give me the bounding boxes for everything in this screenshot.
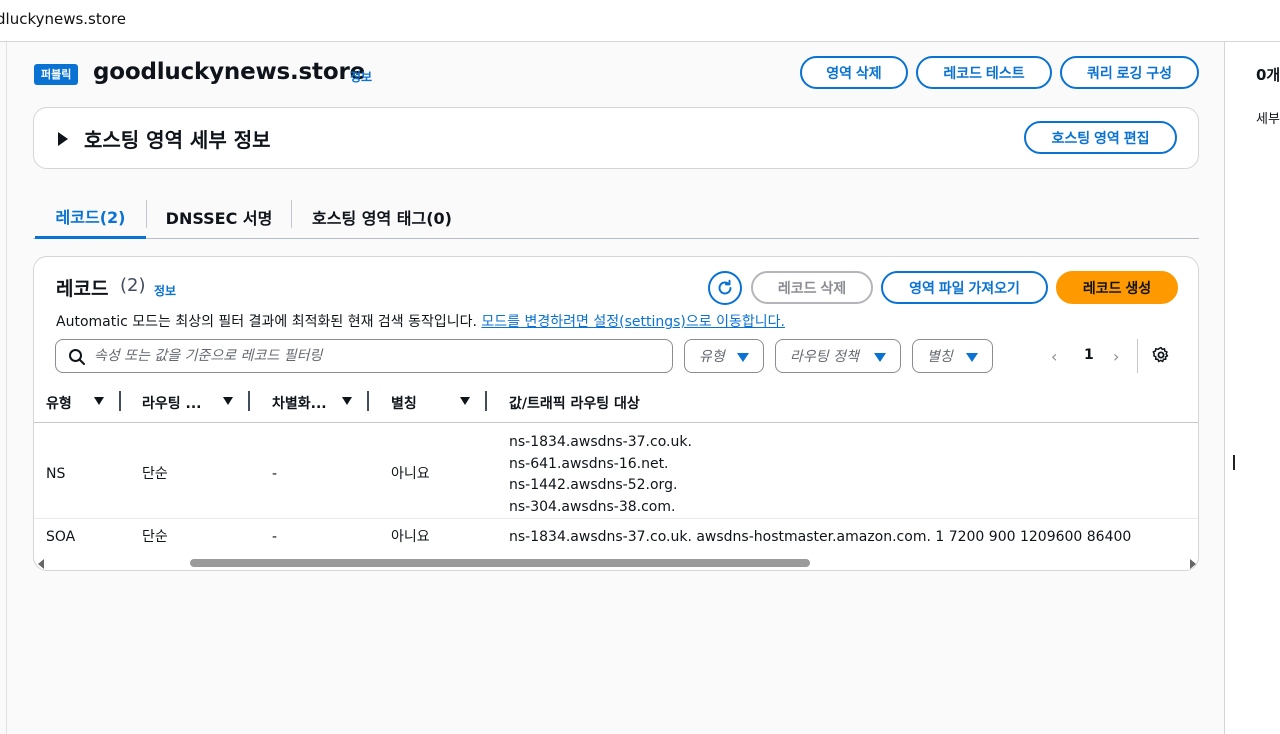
tab-bar: 레코드(2) DNSSEC 서명 호스팅 영역 태그(0)	[33, 195, 1199, 239]
alias-filter-label: 별칭	[927, 349, 953, 365]
create-record-button[interactable]: 레코드 생성	[1056, 271, 1178, 304]
type-filter-label: 유형	[699, 349, 725, 365]
pager-separator	[1137, 339, 1138, 373]
right-panel-text: 세부	[1256, 112, 1280, 127]
settings-link[interactable]: 모드를 변경하려면 설정(settings)으로 이동합니다.	[481, 314, 785, 330]
column-header-type[interactable]: 유형	[46, 393, 72, 413]
scroll-left-icon[interactable]	[38, 559, 44, 569]
routing-policy-filter-select[interactable]: 라우팅 정책	[775, 339, 901, 373]
left-divider	[6, 42, 7, 734]
gear-icon[interactable]	[1152, 346, 1170, 364]
table-row[interactable]: NS 단순 - 아니요 ns-1834.awsdns-37.co.uk. ns-…	[34, 424, 1198, 519]
scrollbar-thumb[interactable]	[190, 559, 810, 567]
column-header-routing[interactable]: 라우팅 ...	[142, 393, 201, 413]
table-row[interactable]: SOA 단순 - 아니요 ns-1834.awsdns-37.co.uk. aw…	[34, 519, 1198, 555]
column-resize-handle[interactable]	[248, 391, 250, 411]
tab-dnssec[interactable]: DNSSEC 서명	[153, 195, 285, 238]
record-type: NS	[46, 466, 66, 482]
refresh-icon	[718, 279, 732, 295]
record-value: ns-304.awsdns-38.com.	[509, 498, 676, 515]
record-routing: 단순	[142, 529, 168, 545]
record-value: ns-1834.awsdns-37.co.uk.	[509, 434, 692, 450]
page-number[interactable]: 1	[1084, 347, 1094, 363]
search-input[interactable]	[94, 345, 654, 367]
hosted-zone-details-panel: 호스팅 영역 세부 정보 호스팅 영역 편집	[33, 107, 1199, 169]
column-header-differentiator[interactable]: 차별화...	[272, 393, 327, 413]
record-type: SOA	[46, 529, 76, 545]
previous-page-icon[interactable]: ‹	[1051, 347, 1057, 366]
record-differentiator: -	[272, 529, 278, 545]
edit-hosted-zone-button[interactable]: 호스팅 영역 편집	[1024, 121, 1177, 154]
chevron-down-icon	[966, 353, 978, 362]
tab-separator	[146, 200, 147, 228]
records-panel: 레코드 (2) 정보 레코드 삭제 영역 파일 가져오기 레코드 생성 Auto…	[33, 256, 1199, 571]
records-title: 레코드	[56, 278, 109, 300]
record-value: ns-1442.awsdns-52.org.	[509, 477, 678, 493]
tab-hosted-zone-tags[interactable]: 호스팅 영역 태그(0)	[299, 195, 465, 238]
refresh-button[interactable]	[708, 271, 742, 305]
next-page-icon[interactable]: ›	[1113, 347, 1119, 366]
import-zone-file-button[interactable]: 영역 파일 가져오기	[881, 271, 1048, 304]
record-routing: 단순	[142, 466, 168, 482]
column-header-alias[interactable]: 별칭	[391, 393, 417, 413]
tab-records[interactable]: 레코드(2)	[35, 195, 146, 239]
type-filter-select[interactable]: 유형	[684, 339, 764, 373]
search-mode-text: Automatic 모드는 최상의 필터 결과에 최적화된 현재 검색 동작입니…	[56, 314, 477, 330]
chevron-down-icon	[874, 353, 886, 362]
record-alias: 아니요	[391, 529, 430, 545]
top-bar: dluckynews.store	[0, 0, 1280, 42]
records-info-link[interactable]: 정보	[154, 282, 176, 299]
expand-caret-icon[interactable]	[58, 132, 68, 146]
sort-icon[interactable]	[342, 397, 352, 405]
search-icon	[69, 349, 85, 365]
right-panel-heading: 0개	[1256, 66, 1280, 84]
sort-icon[interactable]	[94, 397, 104, 405]
delete-zone-button[interactable]: 영역 삭제	[800, 56, 908, 89]
table-header: 유형 라우팅 ... 차별화... 별칭 값/트래픽 라우팅 대상	[34, 387, 1198, 423]
column-resize-handle[interactable]	[485, 391, 487, 411]
alias-filter-select[interactable]: 별칭	[912, 339, 993, 373]
text-cursor	[1233, 455, 1235, 470]
page-title: goodluckynews.store	[93, 59, 365, 85]
visibility-badge: 퍼블릭	[34, 64, 79, 85]
record-value: ns-641.awsdns-16.net.	[509, 455, 669, 472]
records-count: (2)	[120, 275, 146, 296]
sort-icon[interactable]	[460, 397, 470, 405]
delete-record-button[interactable]: 레코드 삭제	[751, 271, 873, 304]
sort-icon[interactable]	[223, 397, 233, 405]
record-differentiator: -	[272, 466, 278, 482]
horizontal-scrollbar[interactable]	[34, 555, 1198, 570]
column-header-value[interactable]: 값/트래픽 라우팅 대상	[509, 393, 640, 413]
column-resize-handle[interactable]	[119, 391, 121, 411]
record-value: ns-1834.awsdns-37.co.uk. awsdns-hostmast…	[509, 529, 1132, 545]
right-panel: 0개 세부	[1224, 42, 1280, 734]
tab-separator	[291, 200, 292, 228]
column-resize-handle[interactable]	[367, 391, 369, 411]
record-alias: 아니요	[391, 466, 430, 482]
test-record-button[interactable]: 레코드 테스트	[916, 56, 1052, 89]
configure-query-logging-button[interactable]: 쿼리 로깅 구성	[1060, 56, 1199, 89]
details-title[interactable]: 호스팅 영역 세부 정보	[84, 124, 271, 153]
zone-info-link[interactable]: 정보	[350, 68, 372, 85]
record-filter-search	[55, 339, 673, 373]
search-mode-description: Automatic 모드는 최상의 필터 결과에 최적화된 현재 검색 동작입니…	[56, 311, 785, 331]
routing-filter-label: 라우팅 정책	[790, 349, 859, 365]
breadcrumb: dluckynews.store	[0, 10, 126, 28]
scroll-right-icon[interactable]	[1190, 559, 1196, 569]
chevron-down-icon	[737, 353, 749, 362]
